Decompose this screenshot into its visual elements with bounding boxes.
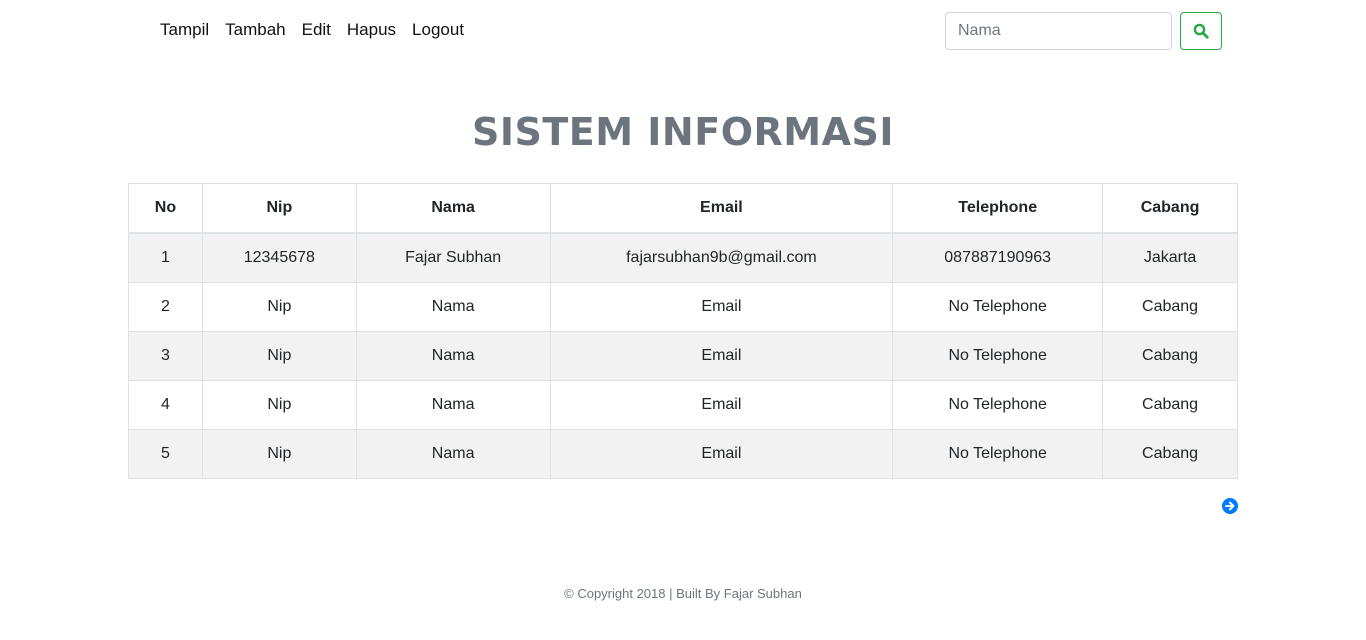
nav-link-hapus[interactable]: Hapus <box>347 19 396 41</box>
cell-nama: Nama <box>355 429 551 479</box>
navbar: Tampil Tambah Edit Hapus Logout <box>0 0 1366 62</box>
page-title: SISTEM INFORMASI <box>472 110 894 154</box>
nav-link-logout[interactable]: Logout <box>412 19 464 41</box>
cell-nama: Nama <box>355 380 551 430</box>
search-icon <box>1193 23 1209 39</box>
cell-cabang: Cabang <box>1102 331 1238 381</box>
cell-no: 3 <box>128 331 203 381</box>
cell-telephone: No Telephone <box>892 282 1104 332</box>
cell-cabang: Cabang <box>1102 380 1238 430</box>
cell-nip: Nip <box>201 331 357 381</box>
cell-no: 2 <box>128 282 203 332</box>
table-row: 3 Nip Nama Email No Telephone Cabang <box>128 331 1238 381</box>
cell-email: Email <box>549 331 894 381</box>
cell-telephone: No Telephone <box>892 331 1104 381</box>
cell-email: Email <box>549 429 894 479</box>
next-page-button[interactable] <box>1222 498 1238 514</box>
cell-no: 4 <box>128 380 203 430</box>
cell-email: Email <box>549 380 894 430</box>
table-row: 5 Nip Nama Email No Telephone Cabang <box>128 429 1238 479</box>
table-row: 1 12345678 Fajar Subhan fajarsubhan9b@gm… <box>128 232 1238 283</box>
cell-email: Email <box>549 282 894 332</box>
cell-no: 1 <box>128 232 203 283</box>
cell-nip: 12345678 <box>201 232 357 283</box>
data-table: No Nip Nama Email Telephone Cabang 1 123… <box>128 183 1238 479</box>
cell-telephone: 087887190963 <box>892 232 1104 283</box>
cell-nip: Nip <box>201 282 357 332</box>
search-button[interactable] <box>1180 12 1222 50</box>
header-no: No <box>128 183 203 234</box>
cell-nama: Nama <box>355 331 551 381</box>
cell-nama: Fajar Subhan <box>355 232 551 283</box>
cell-nip: Nip <box>201 429 357 479</box>
header-nama: Nama <box>355 183 551 234</box>
cell-telephone: No Telephone <box>892 380 1104 430</box>
cell-nip: Nip <box>201 380 357 430</box>
page: Tampil Tambah Edit Hapus Logout SISTEM I… <box>0 0 1366 640</box>
header-telephone: Telephone <box>892 183 1104 234</box>
cell-cabang: Jakarta <box>1102 232 1238 283</box>
arrow-right-circle-icon <box>1222 498 1238 514</box>
cell-nama: Nama <box>355 282 551 332</box>
nav-link-tambah[interactable]: Tambah <box>225 19 285 41</box>
header-cabang: Cabang <box>1102 183 1238 234</box>
nav-link-edit[interactable]: Edit <box>302 19 331 41</box>
cell-cabang: Cabang <box>1102 429 1238 479</box>
table-row: 2 Nip Nama Email No Telephone Cabang <box>128 282 1238 332</box>
footer-copyright: © Copyright 2018 | Built By Fajar Subhan <box>564 586 802 601</box>
cell-cabang: Cabang <box>1102 282 1238 332</box>
table-header-row: No Nip Nama Email Telephone Cabang <box>128 183 1238 234</box>
cell-telephone: No Telephone <box>892 429 1104 479</box>
header-email: Email <box>549 183 894 234</box>
nav-link-tampil[interactable]: Tampil <box>160 19 209 41</box>
header-nip: Nip <box>201 183 357 234</box>
search-input[interactable] <box>945 12 1172 50</box>
cell-no: 5 <box>128 429 203 479</box>
table-row: 4 Nip Nama Email No Telephone Cabang <box>128 380 1238 430</box>
nav-links: Tampil Tambah Edit Hapus Logout <box>160 19 464 41</box>
cell-email: fajarsubhan9b@gmail.com <box>549 232 894 283</box>
